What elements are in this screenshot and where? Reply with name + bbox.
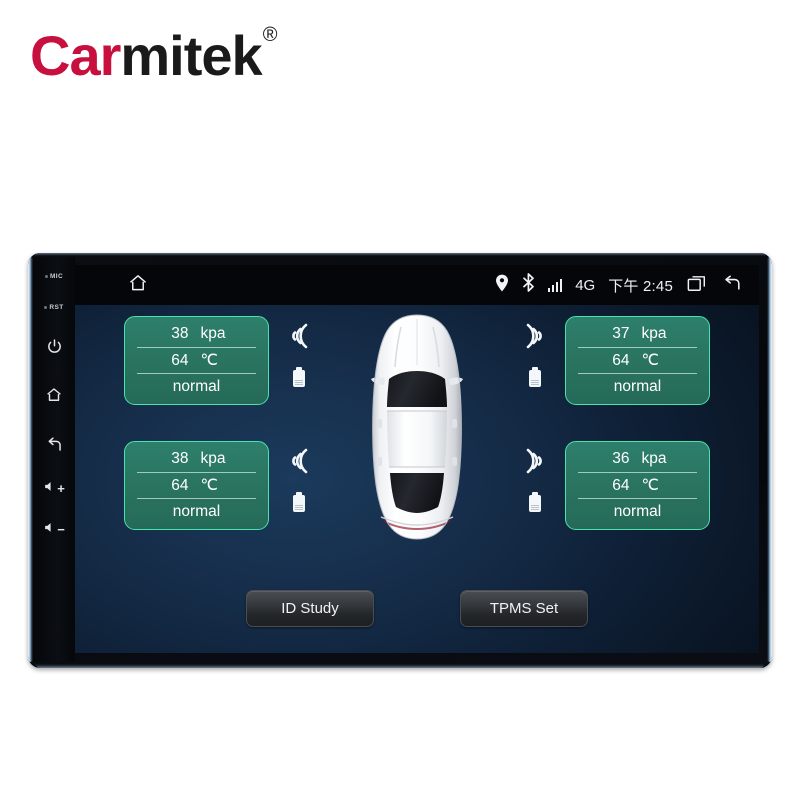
tire-temperature-row: 64 ℃ [578,471,697,499]
sensor-wave-icon [286,321,312,356]
tire-temperature-row: 64 ℃ [578,346,697,374]
tire-temperature-unit: ℃ [200,477,218,494]
sensor-wave-icon [522,446,548,481]
home-icon [45,386,63,404]
status-indicators: 4G 下午 2:45 [495,273,743,298]
back-arrow-icon[interactable] [721,273,743,298]
tire-pressure-unit: kpa [200,449,226,467]
volume-up-button[interactable]: + [43,480,65,496]
tire-status-label: normal [578,498,697,525]
id-study-button[interactable]: ID Study [246,590,374,627]
sensor-wave-icon [286,446,312,481]
tire-panel-rear-right[interactable]: 36 kpa 64 ℃ normal [565,441,710,530]
signal-bars-icon [547,278,563,292]
car-head-unit-device: MIC RST + − 4G 下午 2:45 38 kpa 64 ℃ norma… [28,253,772,668]
tire-pressure-value: 37 [612,324,630,342]
tire-temperature-unit: ℃ [641,352,659,369]
tire-pressure-row: 37 kpa [578,321,697,347]
tire-pressure-unit: kpa [641,324,667,342]
hardware-back-button[interactable] [41,431,67,457]
sensor-wave-icon [522,321,548,356]
location-pin-icon [495,274,509,297]
status-home-button[interactable] [127,272,149,299]
tpms-main-area: 38 kpa 64 ℃ normal 37 kpa 64 ℃ normal 38… [75,305,759,653]
brand-name-rest: mitek [120,24,262,87]
speaker-icon [43,480,56,496]
volume-up-label: + [57,480,65,496]
tire-panel-rear-left[interactable]: 38 kpa 64 ℃ normal [124,441,269,530]
sensor-indicator-front-left [282,321,316,387]
car-top-view-icon [357,311,477,543]
tire-panel-front-right[interactable]: 37 kpa 64 ℃ normal [565,316,710,405]
sensor-battery-icon [293,492,305,512]
recent-apps-icon[interactable] [686,273,708,298]
tire-pressure-unit: kpa [200,324,226,342]
clock-label: 下午 2:45 [608,277,673,295]
action-button-row: ID Study TPMS Set [75,590,759,627]
sensor-battery-icon [293,367,305,387]
tire-temperature-unit: ℃ [200,352,218,369]
tire-temperature-value: 64 [612,476,630,494]
brand-name-accent: Car [30,24,121,87]
tire-temperature-unit: ℃ [641,477,659,494]
speaker-icon [43,521,56,537]
hardware-button-column: MIC RST + − [33,257,75,662]
tire-pressure-unit: kpa [641,449,667,467]
bezel-bottom-edge [36,664,764,668]
sensor-indicator-rear-left [282,446,316,512]
tire-pressure-value: 36 [612,449,630,467]
bezel-top-edge [34,253,766,256]
tire-pressure-row: 38 kpa [137,321,256,347]
sensor-battery-icon [529,492,541,512]
mic-label: MIC [45,273,63,280]
bluetooth-icon [522,273,535,297]
android-status-bar: 4G 下午 2:45 [75,265,759,305]
sensor-indicator-rear-right [518,446,552,512]
tire-status-label: normal [137,498,256,525]
tire-pressure-row: 38 kpa [137,446,256,472]
volume-down-button[interactable]: − [43,521,65,537]
sensor-indicator-front-right [518,321,552,387]
home-icon [127,272,149,299]
power-icon [46,338,63,355]
tire-temperature-row: 64 ℃ [137,471,256,499]
tire-pressure-row: 36 kpa [578,446,697,472]
tire-temperature-value: 64 [171,476,189,494]
brand-logo: Carmitek® [30,25,277,84]
tire-temperature-value: 64 [171,351,189,369]
tire-status-label: normal [137,373,256,400]
touchscreen[interactable]: 4G 下午 2:45 38 kpa 64 ℃ normal 37 kpa 64 … [75,265,759,653]
hardware-home-button[interactable] [41,382,67,408]
tire-pressure-value: 38 [171,324,189,342]
power-button[interactable] [41,333,67,359]
tpms-set-button[interactable]: TPMS Set [460,590,588,627]
tire-temperature-row: 64 ℃ [137,346,256,374]
bezel-right-edge [767,257,772,662]
tire-panel-front-left[interactable]: 38 kpa 64 ℃ normal [124,316,269,405]
tire-pressure-value: 38 [171,449,189,467]
registered-trademark-icon: ® [262,24,278,47]
volume-down-label: − [57,521,65,537]
reset-label: RST [44,304,63,311]
tire-status-label: normal [578,373,697,400]
tire-temperature-value: 64 [612,351,630,369]
device-bezel: MIC RST + − 4G 下午 2:45 38 kpa 64 ℃ norma… [28,253,772,668]
sensor-battery-icon [529,367,541,387]
network-type-label: 4G [575,276,596,294]
back-icon [45,435,64,454]
